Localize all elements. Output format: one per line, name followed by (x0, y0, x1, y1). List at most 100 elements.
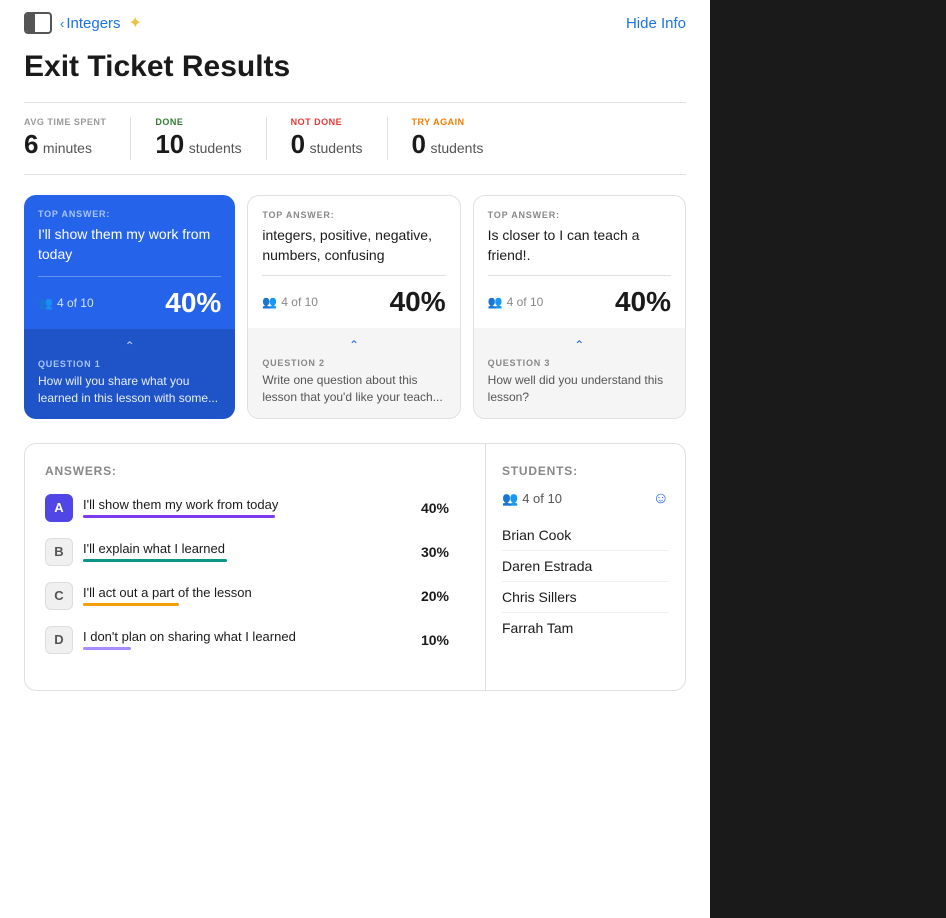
answer-text-0: I'll show them my work from today (83, 497, 403, 512)
answer-pct-2: 20% (413, 588, 449, 604)
stat-value-1: 10 students (155, 129, 241, 160)
students-panel: STUDENTS: 👥 4 of 10 ☺ Brian CookDaren Es… (485, 444, 685, 690)
student-name-1[interactable]: Daren Estrada (502, 551, 669, 582)
answer-text-block-2: I'll act out a part of the lesson (83, 585, 403, 606)
stat-label-0: AVG TIME SPENT (24, 117, 106, 127)
answer-row-3[interactable]: D I don't plan on sharing what I learned… (45, 626, 449, 654)
answer-pct-0: 40% (413, 500, 449, 516)
questions-row: TOP ANSWER: I'll show them my work from … (24, 195, 686, 419)
answer-bar-1 (83, 559, 227, 562)
stat-unit-1: students (189, 140, 242, 156)
people-icon: 👥 (502, 491, 518, 507)
answer-letter-1: B (45, 538, 73, 566)
card-top-answer-2: Is closer to I can teach a friend!. (488, 226, 671, 265)
top-bar-left: ‹ Integers ✦ (24, 12, 142, 34)
people-small-icon-2: 👥 (488, 295, 503, 309)
card-student-count-2: 👥 4 of 10 (488, 295, 544, 309)
back-label: Integers (66, 15, 120, 32)
answer-text-block-1: I'll explain what I learned (83, 541, 403, 562)
answer-letter-2: C (45, 582, 73, 610)
stat-unit-2: students (310, 140, 363, 156)
card-top-answer-1: integers, positive, negative, numbers, c… (262, 226, 445, 265)
card-top-label-1: TOP ANSWER: (262, 210, 445, 220)
question-card-1[interactable]: TOP ANSWER: integers, positive, negative… (247, 195, 460, 419)
answer-bar-3 (83, 647, 131, 650)
card-top-answer-0: I'll show them my work from today (38, 225, 221, 264)
card-student-count-1: 👥 4 of 10 (262, 295, 318, 309)
card-top-2: TOP ANSWER: Is closer to I can teach a f… (474, 196, 685, 275)
stat-unit-3: students (430, 140, 483, 156)
card-top-0: TOP ANSWER: I'll show them my work from … (24, 195, 235, 276)
card-q-label-2: QUESTION 3 (488, 358, 671, 368)
back-link[interactable]: ‹ Integers (60, 15, 121, 32)
card-q-text-1: Write one question about this lesson tha… (262, 372, 445, 406)
question-card-2[interactable]: TOP ANSWER: Is closer to I can teach a f… (473, 195, 686, 419)
people-small-icon-0: 👥 (38, 296, 53, 310)
answers-title: ANSWERS: (45, 464, 449, 478)
stat-value-0: 6 minutes (24, 129, 106, 160)
answer-text-3: I don't plan on sharing what I learned (83, 629, 403, 644)
stat-label-1: DONE (155, 117, 241, 127)
stat-value-2: 0 students (291, 129, 363, 160)
students-title: STUDENTS: (502, 464, 669, 478)
answer-row-1[interactable]: B I'll explain what I learned 30% (45, 538, 449, 566)
student-name-3[interactable]: Farrah Tam (502, 613, 669, 643)
answers-panel: ANSWERS: A I'll show them my work from t… (25, 444, 469, 690)
stat-value-3: 0 students (412, 129, 484, 160)
smiley-icon[interactable]: ☺ (653, 490, 669, 508)
students-count: 👥 4 of 10 (502, 491, 562, 507)
student-name-2[interactable]: Chris Sillers (502, 582, 669, 613)
answer-text-block-3: I don't plan on sharing what I learned (83, 629, 403, 650)
right-panel (710, 0, 946, 918)
page-title: Exit Ticket Results (24, 50, 686, 84)
sidebar-toggle-icon[interactable] (24, 12, 52, 34)
hide-info-button[interactable]: Hide Info (626, 15, 686, 32)
stat-item-2: NOT DONE 0 students (291, 117, 388, 160)
card-q-text-0: How will you share what you learned in t… (38, 373, 221, 407)
card-top-label-0: TOP ANSWER: (38, 209, 221, 219)
answer-pct-3: 10% (413, 632, 449, 648)
card-q-label-1: QUESTION 2 (262, 358, 445, 368)
stat-item-3: TRY AGAIN 0 students (412, 117, 508, 160)
card-stat-row-2: 👥 4 of 10 40% (474, 276, 685, 328)
stat-unit-0: minutes (43, 140, 92, 156)
students-count-value: 4 of 10 (522, 491, 562, 506)
chevron-up-icon-1: ⌃ (262, 338, 445, 354)
chevron-up-icon-2: ⌃ (488, 338, 671, 354)
answer-pct-1: 30% (413, 544, 449, 560)
card-top-label-2: TOP ANSWER: (488, 210, 671, 220)
answer-row-2[interactable]: C I'll act out a part of the lesson 20% (45, 582, 449, 610)
card-student-count-0: 👥 4 of 10 (38, 296, 94, 310)
question-card-0[interactable]: TOP ANSWER: I'll show them my work from … (24, 195, 235, 419)
answer-text-2: I'll act out a part of the lesson (83, 585, 403, 600)
card-stat-row-0: 👥 4 of 10 40% (24, 277, 235, 329)
answers-list: A I'll show them my work from today 40% … (45, 494, 449, 654)
top-bar: ‹ Integers ✦ Hide Info (24, 12, 686, 34)
stat-label-3: TRY AGAIN (412, 117, 484, 127)
card-bottom-0: ⌃ QUESTION 1 How will you share what you… (24, 329, 235, 419)
answer-bar-2 (83, 603, 179, 606)
answer-row-0[interactable]: A I'll show them my work from today 40% (45, 494, 449, 522)
students-count-row: 👥 4 of 10 ☺ (502, 490, 669, 508)
stat-item-0: AVG TIME SPENT 6 minutes (24, 117, 131, 160)
card-stat-row-1: 👥 4 of 10 40% (248, 276, 459, 328)
people-small-icon-1: 👥 (262, 295, 277, 309)
answer-text-block-0: I'll show them my work from today (83, 497, 403, 518)
stat-item-1: DONE 10 students (155, 117, 266, 160)
card-bottom-2: ⌃ QUESTION 3 How well did you understand… (474, 328, 685, 418)
answer-text-1: I'll explain what I learned (83, 541, 403, 556)
stat-number-3: 0 (412, 129, 426, 159)
card-q-text-2: How well did you understand this lesson? (488, 372, 671, 406)
stat-number-0: 6 (24, 129, 38, 159)
answer-bar-0 (83, 515, 275, 518)
stat-number-2: 0 (291, 129, 305, 159)
student-name-0[interactable]: Brian Cook (502, 520, 669, 551)
answer-letter-3: D (45, 626, 73, 654)
chevron-up-icon-0: ⌃ (38, 339, 221, 355)
stats-row: AVG TIME SPENT 6 minutes DONE 10 student… (24, 102, 686, 175)
main-panel: ‹ Integers ✦ Hide Info Exit Ticket Resul… (0, 0, 710, 918)
stat-number-1: 10 (155, 129, 184, 159)
back-chevron-icon: ‹ (60, 16, 64, 31)
card-q-label-0: QUESTION 1 (38, 359, 221, 369)
card-bottom-1: ⌃ QUESTION 2 Write one question about th… (248, 328, 459, 418)
